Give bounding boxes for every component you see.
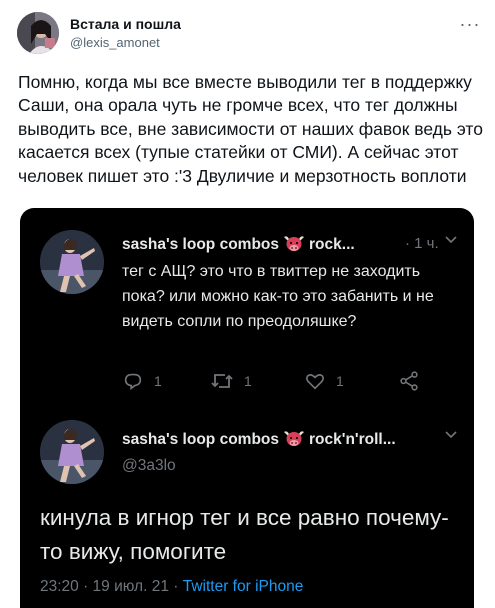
- tweet-text: Помню, когда мы все вместе выводили тег …: [18, 72, 483, 186]
- tweet-card: Встала и пошла @lexis_amonet ··· Помню, …: [0, 0, 495, 608]
- author-display-name[interactable]: Встала и пошла: [70, 16, 181, 32]
- share-icon: [400, 371, 418, 391]
- reply-icon: [124, 373, 142, 390]
- reply-actions: 1 1 1: [122, 368, 432, 394]
- bull-face-emoji: [284, 431, 305, 446]
- like-button[interactable]: 1: [304, 368, 344, 394]
- tweet-metadata: 23:20 · 19 июл. 21 · Twitter for iPhone: [40, 578, 303, 596]
- reply-button[interactable]: 1: [122, 368, 162, 394]
- tweet-source-link[interactable]: Twitter for iPhone: [183, 578, 304, 595]
- bull-face-emoji: [284, 236, 305, 251]
- main-author-name[interactable]: sasha's loop combos rock'n'roll...: [122, 429, 396, 449]
- avatar-image: [40, 230, 104, 294]
- tweet-timestamp[interactable]: 23:20 · 19 июл. 21 ·: [40, 578, 183, 595]
- author-handle[interactable]: @lexis_amonet: [70, 35, 160, 50]
- attached-screenshot[interactable]: sasha's loop combos rock... · 1 ч. тег с…: [20, 208, 474, 608]
- reply-time[interactable]: · 1 ч.: [405, 235, 439, 252]
- avatar-image: [17, 12, 59, 54]
- main-avatar: [40, 420, 104, 484]
- reply-avatar: [40, 230, 104, 294]
- reply-text: тег с АЩ? это что в твиттер не заходить …: [122, 263, 434, 330]
- retweet-button[interactable]: 1: [210, 368, 252, 394]
- chevron-down-icon[interactable]: [444, 427, 458, 444]
- reply-author-name[interactable]: sasha's loop combos rock...: [122, 234, 355, 254]
- chevron-down-icon[interactable]: [444, 232, 458, 249]
- main-tweet-text: кинула в игнор тег и все равно почему-то…: [40, 505, 449, 564]
- main-author-handle[interactable]: @3a3lo: [122, 457, 176, 475]
- author-avatar[interactable]: [17, 12, 59, 54]
- more-horizontal-icon[interactable]: ···: [458, 14, 482, 34]
- share-button[interactable]: [398, 368, 420, 394]
- retweet-icon: [211, 374, 233, 388]
- avatar-image: [40, 420, 104, 484]
- like-icon: [306, 374, 324, 390]
